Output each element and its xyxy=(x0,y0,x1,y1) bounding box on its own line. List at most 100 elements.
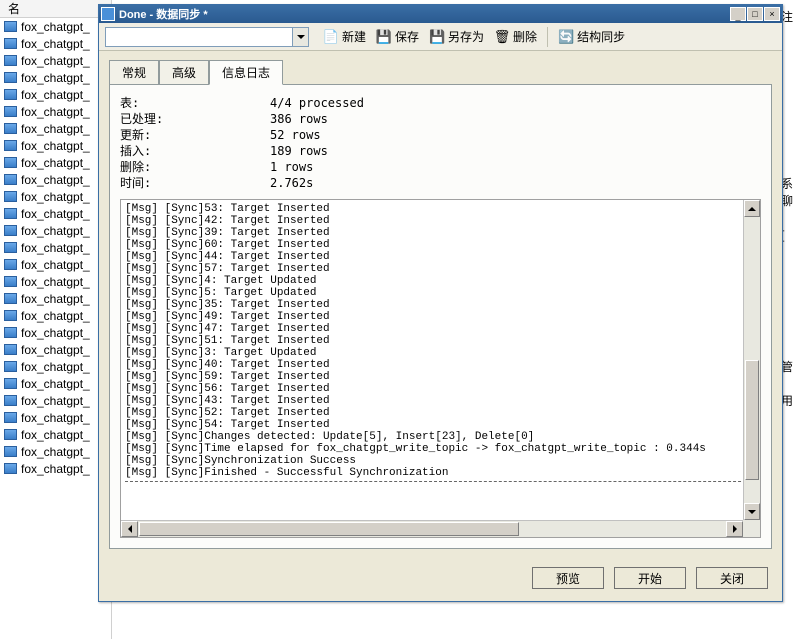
list-item-label: fox_chatgpt_ xyxy=(21,88,90,102)
list-item[interactable]: fox_chatgpt_ xyxy=(0,460,111,477)
new-button[interactable]: 📄 新建 xyxy=(319,26,370,47)
delete-label: 删除 xyxy=(513,28,537,45)
list-item[interactable]: fox_chatgpt_ xyxy=(0,154,111,171)
list-item[interactable]: fox_chatgpt_ xyxy=(0,52,111,69)
list-item[interactable]: fox_chatgpt_ xyxy=(0,69,111,86)
scroll-up-button[interactable] xyxy=(744,200,760,217)
list-item-label: fox_chatgpt_ xyxy=(21,54,90,68)
list-item[interactable]: fox_chatgpt_ xyxy=(0,273,111,290)
scroll-right-button[interactable] xyxy=(726,521,743,537)
new-label: 新建 xyxy=(342,28,366,45)
structsync-button[interactable]: 🔄 结构同步 xyxy=(554,26,629,47)
list-item[interactable]: fox_chatgpt_ xyxy=(0,375,111,392)
list-item[interactable]: fox_chatgpt_ xyxy=(0,392,111,409)
table-icon xyxy=(4,327,17,338)
log-separator xyxy=(125,481,756,482)
tab-advanced[interactable]: 高级 xyxy=(159,60,209,85)
list-item[interactable]: fox_chatgpt_ xyxy=(0,86,111,103)
list-item[interactable]: fox_chatgpt_ xyxy=(0,18,111,35)
log-box: [Msg] [Sync]53: Target Inserted [Msg] [S… xyxy=(120,199,761,538)
window-title: Done - 数据同步 * xyxy=(119,6,730,22)
list-item[interactable]: fox_chatgpt_ xyxy=(0,120,111,137)
close-window-button[interactable]: × xyxy=(764,7,780,21)
structsync-label: 结构同步 xyxy=(577,28,625,45)
table-icon xyxy=(4,38,17,49)
table-icon xyxy=(4,140,17,151)
list-item-label: fox_chatgpt_ xyxy=(21,207,90,221)
maximize-button[interactable]: □ xyxy=(747,7,763,21)
scroll-left-button[interactable] xyxy=(121,521,138,537)
list-item-label: fox_chatgpt_ xyxy=(21,343,90,357)
toolbar-sep xyxy=(547,27,548,47)
saveas-label: 另存为 xyxy=(448,28,484,45)
delete-icon: 🗑 xyxy=(494,29,510,45)
list-item[interactable]: fox_chatgpt_ xyxy=(0,341,111,358)
stat-table-val: 4/4 processed xyxy=(270,95,364,111)
list-item[interactable]: fox_chatgpt_ xyxy=(0,307,111,324)
table-icon xyxy=(4,106,17,117)
table-icon xyxy=(4,276,17,287)
table-icon xyxy=(4,72,17,83)
list-item-label: fox_chatgpt_ xyxy=(21,462,90,476)
list-item[interactable]: fox_chatgpt_ xyxy=(0,205,111,222)
list-item[interactable]: fox_chatgpt_ xyxy=(0,324,111,341)
list-item[interactable]: fox_chatgpt_ xyxy=(0,188,111,205)
horizontal-scrollbar[interactable] xyxy=(121,520,743,537)
list-item[interactable]: fox_chatgpt_ xyxy=(0,443,111,460)
tabs: 常规 高级 信息日志 xyxy=(99,51,782,84)
list-item[interactable]: fox_chatgpt_ xyxy=(0,171,111,188)
table-icon xyxy=(4,378,17,389)
minimize-button[interactable]: _ xyxy=(730,7,746,21)
list-item[interactable]: fox_chatgpt_ xyxy=(0,358,111,375)
list-item[interactable]: fox_chatgpt_ xyxy=(0,137,111,154)
save-button[interactable]: 💾 保存 xyxy=(372,26,423,47)
scroll-h-thumb[interactable] xyxy=(139,522,519,536)
profile-combo-arrow[interactable] xyxy=(293,27,309,47)
table-icon xyxy=(4,293,17,304)
start-button[interactable]: 开始 xyxy=(614,567,686,589)
table-icon xyxy=(4,242,17,253)
tab-general[interactable]: 常规 xyxy=(109,60,159,85)
list-item-label: fox_chatgpt_ xyxy=(21,139,90,153)
scroll-down-button[interactable] xyxy=(744,503,760,520)
list-item[interactable]: fox_chatgpt_ xyxy=(0,426,111,443)
log-content[interactable]: [Msg] [Sync]53: Target Inserted [Msg] [S… xyxy=(121,200,760,537)
scroll-corner xyxy=(743,520,760,537)
structsync-icon: 🔄 xyxy=(558,29,574,45)
list-item-label: fox_chatgpt_ xyxy=(21,445,90,459)
table-icon xyxy=(4,310,17,321)
stat-update-key: 更新: xyxy=(120,127,270,143)
list-item[interactable]: fox_chatgpt_ xyxy=(0,290,111,307)
table-icon xyxy=(4,123,17,134)
save-label: 保存 xyxy=(395,28,419,45)
tab-body-log: 表:4/4 processed 已处理:386 rows 更新:52 rows … xyxy=(109,84,772,549)
list-item[interactable]: fox_chatgpt_ xyxy=(0,409,111,426)
list-item-label: fox_chatgpt_ xyxy=(21,292,90,306)
list-item[interactable]: fox_chatgpt_ xyxy=(0,103,111,120)
scroll-v-thumb[interactable] xyxy=(745,360,759,480)
profile-combo[interactable] xyxy=(105,27,293,47)
sync-dialog: Done - 数据同步 * _ □ × 📄 新建 💾 保存 💾 另存为 🗑 删除 xyxy=(98,4,783,602)
list-item[interactable]: fox_chatgpt_ xyxy=(0,222,111,239)
list-item-label: fox_chatgpt_ xyxy=(21,258,90,272)
list-item[interactable]: fox_chatgpt_ xyxy=(0,256,111,273)
vertical-scrollbar[interactable] xyxy=(743,200,760,520)
stats-block: 表:4/4 processed 已处理:386 rows 更新:52 rows … xyxy=(120,95,761,191)
stat-time-key: 时间: xyxy=(120,175,270,191)
list-item-label: fox_chatgpt_ xyxy=(21,37,90,51)
list-item[interactable]: fox_chatgpt_ xyxy=(0,239,111,256)
list-item[interactable]: fox_chatgpt_ xyxy=(0,35,111,52)
delete-button[interactable]: 🗑 删除 xyxy=(490,26,541,47)
titlebar[interactable]: Done - 数据同步 * _ □ × xyxy=(99,5,782,23)
preview-button[interactable]: 预览 xyxy=(532,567,604,589)
close-button[interactable]: 关闭 xyxy=(696,567,768,589)
table-icon xyxy=(4,225,17,236)
table-icon xyxy=(4,55,17,66)
stat-processed-val: 386 rows xyxy=(270,111,328,127)
stat-time-val: 2.762s xyxy=(270,175,313,191)
table-icon xyxy=(4,191,17,202)
table-icon xyxy=(4,21,17,32)
saveas-button[interactable]: 💾 另存为 xyxy=(425,26,488,47)
tab-log[interactable]: 信息日志 xyxy=(209,60,283,85)
list-item-label: fox_chatgpt_ xyxy=(21,275,90,289)
